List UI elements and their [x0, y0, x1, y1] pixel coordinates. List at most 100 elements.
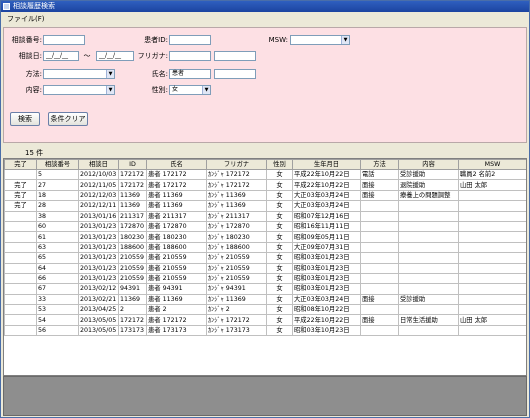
table-cell: 患者 172172 — [146, 314, 207, 326]
column-header[interactable]: 相談番号 — [36, 159, 79, 170]
column-header[interactable]: 性別 — [266, 159, 293, 170]
results-grid[interactable]: 完了 相談番号 相談日 ID 氏名 フリガナ 性別 生年月日 方法 内容 MSW 5 2012/10/… — [3, 158, 527, 376]
sex-value: 女 — [172, 86, 179, 93]
table-row[interactable]: 54 2013/05/05 172172 患者 172172 ｶﾝｼﾞｬ 172172 女… — [4, 314, 526, 326]
name-input-1[interactable]: 患者 — [169, 69, 211, 79]
table-cell — [398, 220, 459, 233]
table-cell: 女 — [266, 262, 293, 274]
column-header[interactable]: ID — [118, 159, 147, 170]
table-cell — [398, 241, 459, 254]
sex-select[interactable]: 女 ▼ — [169, 85, 211, 95]
table-cell — [4, 283, 37, 295]
table-cell: 172172 — [118, 314, 147, 326]
table-cell: 患者 11369 — [146, 200, 207, 212]
naiyou-select[interactable]: ▼ — [43, 85, 115, 95]
table-cell: 172172 — [118, 168, 147, 181]
table-cell: 昭和03年10月23日 — [292, 324, 361, 337]
table-cell: 患者 172172 — [146, 168, 207, 181]
table-cell — [4, 210, 37, 222]
clear-conditions-button[interactable]: 条件クリア — [48, 112, 88, 126]
table-cell: 女 — [266, 293, 293, 306]
table-cell: 2012/10/03 — [78, 168, 119, 181]
table-row[interactable]: 61 2013/01/23 180230 患者 180230 ｶﾝｼﾞｬ 180230 女… — [4, 231, 526, 243]
table-cell: 11369 — [118, 200, 147, 212]
table-cell: 女 — [266, 283, 293, 295]
table-row[interactable]: 33 2013/02/21 11369 患者 11369 ｶﾝｼﾞｬ 11369 女大正0… — [4, 293, 526, 306]
table-cell: 昭和16年11月11日 — [292, 220, 361, 233]
column-header[interactable]: 生年月日 — [292, 159, 361, 170]
column-header[interactable]: MSW — [458, 159, 526, 170]
table-cell: 女 — [266, 189, 293, 202]
table-cell — [458, 189, 526, 202]
column-header[interactable]: 氏名 — [146, 159, 207, 170]
furigana-input-2[interactable] — [214, 51, 256, 61]
table-cell — [398, 262, 459, 274]
app-window: 相談履歴検索 ファイル(F) 相談番号: 相談日: __/__/__ 〜 __/… — [0, 0, 530, 418]
table-cell — [4, 272, 37, 285]
table-cell — [458, 262, 526, 274]
table-row[interactable]: 完了 27 2012/11/05 172172 患者 172172 ｶﾝｼﾞｬ 17217… — [4, 179, 526, 191]
furigana-input-1[interactable] — [169, 51, 211, 61]
column-header[interactable]: 方法 — [360, 159, 399, 170]
table-row[interactable]: 53 2013/04/25 2 患者 2 ｶﾝｼﾞｬ 2 女昭和08年10月22日 — [4, 304, 526, 316]
table-cell: 180230 — [118, 231, 147, 243]
table-cell — [4, 304, 37, 316]
table-cell: 211317 — [118, 210, 147, 222]
houhou-label: 方法: — [25, 70, 42, 78]
table-row[interactable]: 67 2013/02/12 94391 患者 94391 ｶﾝｼﾞｬ 94391 女昭和0… — [4, 283, 526, 295]
column-header[interactable]: 相談日 — [78, 159, 119, 170]
table-cell — [4, 324, 37, 337]
table-cell: ｶﾝｼﾞｬ 173173 — [206, 324, 267, 337]
table-row[interactable]: 38 2013/01/16 211317 患者 211317 ｶﾝｼﾞｬ 211317 女… — [4, 210, 526, 222]
table-row[interactable]: 完了 28 2012/12/11 11369 患者 11369 ｶﾝｼﾞｬ 11369 女大… — [4, 200, 526, 212]
table-cell: 64 — [36, 262, 79, 274]
table-cell: 210559 — [118, 272, 147, 285]
table-row[interactable]: 60 2013/01/23 172870 患者 172870 ｶﾝｼﾞｬ 172870 女… — [4, 220, 526, 233]
table-cell — [4, 231, 37, 243]
chevron-down-icon: ▼ — [106, 86, 114, 94]
patient-id-input[interactable] — [169, 35, 211, 45]
soudan-no-input[interactable] — [43, 35, 85, 45]
table-cell: 女 — [266, 168, 293, 181]
table-cell: 患者 172870 — [146, 220, 207, 233]
table-cell: ｶﾝｼﾞｬ 211317 — [206, 210, 267, 222]
table-cell: ｶﾝｼﾞｬ 172870 — [206, 220, 267, 233]
table-row[interactable]: 66 2013/01/23 210559 患者 210559 ｶﾝｼﾞｬ 210559 女… — [4, 272, 526, 285]
table-cell: 面接 — [360, 179, 399, 191]
table-row[interactable]: 63 2013/01/23 188600 患者 188600 ｶﾝｼﾞｬ 188600 女… — [4, 241, 526, 254]
table-cell: ｶﾝｼﾞｬ 210559 — [206, 252, 267, 264]
table-row[interactable]: 64 2013/01/23 210559 患者 210559 ｶﾝｼﾞｬ 210559 女… — [4, 262, 526, 274]
table-cell: 5 — [36, 168, 79, 181]
date-tilde: 〜 — [83, 52, 91, 60]
table-cell — [360, 241, 399, 254]
table-row[interactable]: 56 2013/05/05 173173 患者 173173 ｶﾝｼﾞｬ 173173 女… — [4, 324, 526, 337]
table-cell: 大正03年03月24日 — [292, 189, 361, 202]
table-cell: 患者 210559 — [146, 262, 207, 274]
name-input-2[interactable] — [214, 69, 256, 79]
column-header[interactable]: フリガナ — [206, 159, 267, 170]
table-cell: 女 — [266, 252, 293, 264]
table-cell: 患者 94391 — [146, 283, 207, 295]
menu-file[interactable]: ファイル(F) — [7, 15, 45, 23]
msw-select[interactable]: ▼ — [290, 35, 350, 45]
table-cell: 職員2 名前2 — [458, 168, 526, 181]
search-button[interactable]: 検索 — [10, 112, 40, 126]
date-to-input[interactable]: __/__/__ — [96, 51, 134, 61]
table-cell: 平成22年10月22日 — [292, 168, 361, 181]
houhou-select[interactable]: ▼ — [43, 69, 115, 79]
window-title: 相談履歴検索 — [13, 2, 55, 10]
table-row[interactable]: 65 2013/01/23 210559 患者 210559 ｶﾝｼﾞｬ 210559 女… — [4, 252, 526, 264]
column-header[interactable]: 完了 — [4, 159, 37, 170]
table-row[interactable]: 5 2012/10/03 172172 患者 172172 ｶﾝｼﾞｬ 172172 女平… — [4, 168, 526, 181]
menu-bar: ファイル(F) — [1, 12, 529, 27]
table-row[interactable]: 完了 18 2012/12/03 11369 患者 11369 ｶﾝｼﾞｬ 11369 女大… — [4, 189, 526, 202]
table-cell: 面接 — [360, 314, 399, 326]
column-header[interactable]: 内容 — [398, 159, 459, 170]
table-cell: ｶﾝｼﾞｬ 94391 — [206, 283, 267, 295]
table-cell: ｶﾝｼﾞｬ 2 — [206, 304, 267, 316]
table-cell: 188600 — [118, 241, 147, 254]
date-from-input[interactable]: __/__/__ — [43, 51, 79, 61]
table-cell: 56 — [36, 324, 79, 337]
table-cell: 38 — [36, 210, 79, 222]
app-icon — [3, 3, 10, 10]
